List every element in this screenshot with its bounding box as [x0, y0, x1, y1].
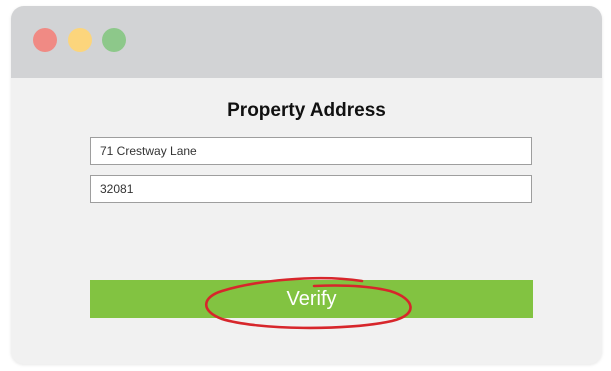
- minimize-window-button[interactable]: [68, 28, 92, 52]
- browser-window: Property Address Verify: [11, 6, 602, 364]
- zip-code-input[interactable]: [90, 175, 532, 203]
- close-window-button[interactable]: [33, 28, 57, 52]
- window-titlebar: [11, 6, 602, 78]
- form-title: Property Address: [227, 100, 386, 121]
- verify-button[interactable]: Verify: [90, 280, 533, 318]
- street-address-input[interactable]: [90, 137, 532, 165]
- maximize-window-button[interactable]: [102, 28, 126, 52]
